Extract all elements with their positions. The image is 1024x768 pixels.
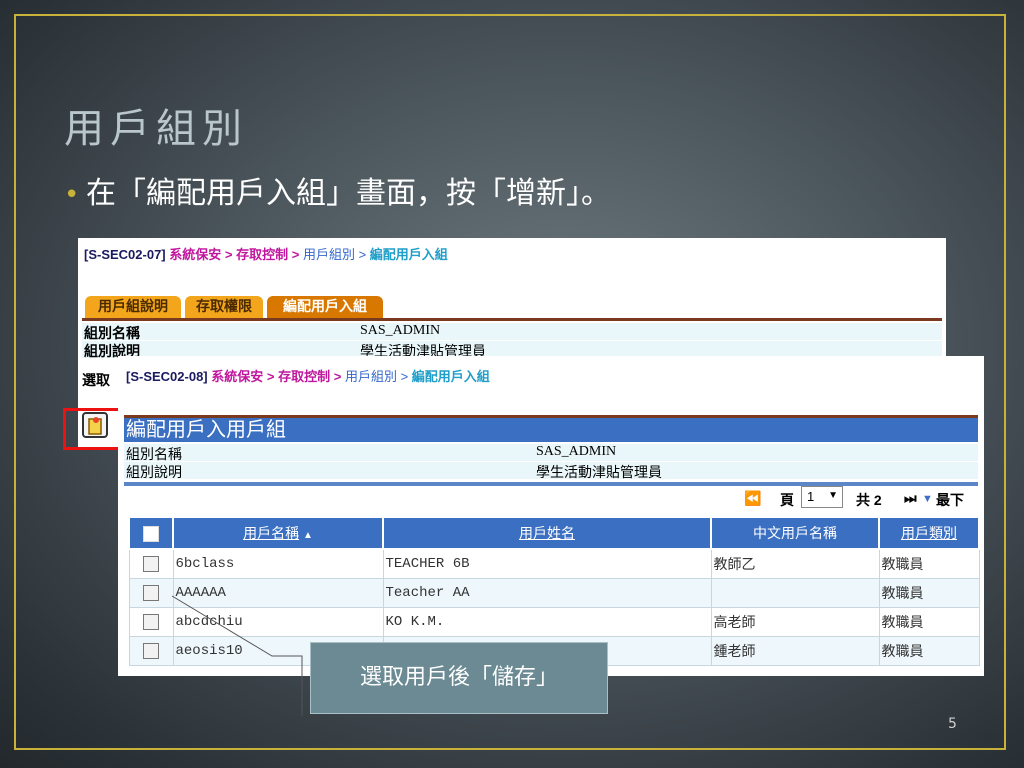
page-number: 5 [948,716,957,732]
callout-box: 選取用戶後「儲存」 [310,642,608,714]
